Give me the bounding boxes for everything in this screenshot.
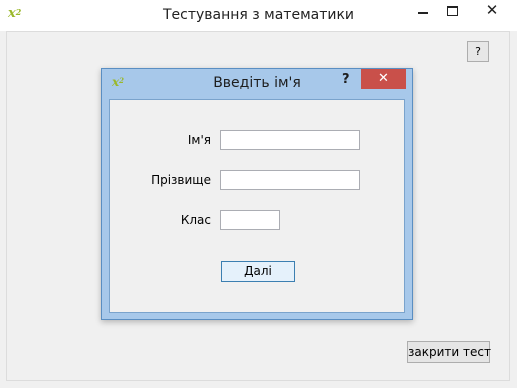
class-label: Клас xyxy=(180,213,211,227)
help-button[interactable]: ? xyxy=(467,41,489,62)
dialog-body: Ім'я Прізвище Клас Далі xyxy=(109,99,405,313)
minimize-icon xyxy=(418,12,428,14)
surname-label: Прізвище xyxy=(151,173,211,187)
class-input[interactable] xyxy=(220,210,280,230)
title-bar[interactable]: x2 Тестування з математики ✕ xyxy=(0,0,517,31)
close-window-button[interactable]: ✕ xyxy=(470,0,514,21)
maximize-button[interactable] xyxy=(438,0,468,21)
dialog-close-icon: ✕ xyxy=(378,71,389,86)
minimize-button[interactable] xyxy=(408,0,438,21)
surname-input[interactable] xyxy=(220,170,360,190)
close-icon: ✕ xyxy=(485,1,499,19)
dialog-title-bar[interactable]: x2 Введіть ім'я ? ✕ xyxy=(102,69,412,97)
maximize-icon xyxy=(447,6,458,16)
close-test-button[interactable]: закрити тест xyxy=(407,341,491,363)
name-dialog: x2 Введіть ім'я ? ✕ Ім'я Прізвище Клас Д… xyxy=(101,68,413,320)
name-input[interactable] xyxy=(220,130,360,150)
name-label: Ім'я xyxy=(187,133,211,147)
dialog-close-button[interactable]: ✕ xyxy=(361,69,406,89)
dialog-help-icon[interactable]: ? xyxy=(342,72,350,87)
next-button[interactable]: Далі xyxy=(221,261,295,282)
main-window: x2 Тестування з математики ✕ ? закрити т… xyxy=(0,0,517,388)
